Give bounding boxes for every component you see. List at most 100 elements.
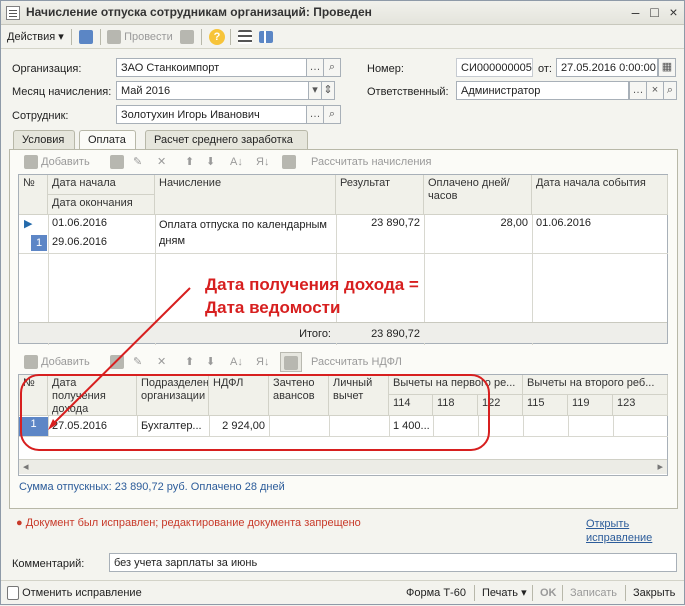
month-field[interactable]: Май 2016 <box>116 81 312 100</box>
sort-asc-icon: A↓ <box>230 356 243 368</box>
grid-line <box>269 416 270 436</box>
move-down-button[interactable]: ⬇ <box>206 152 215 172</box>
clear-icon[interactable]: × <box>646 81 664 100</box>
start-date-cell[interactable]: 01.06.2016 <box>48 215 155 234</box>
organization-field[interactable]: ЗАО Станкоимпорт <box>116 58 307 77</box>
cancel-correction-button[interactable]: Отменить исправление <box>7 584 142 602</box>
ndfl-cell[interactable]: 2 924,00 <box>209 418 269 435</box>
delete-button[interactable]: ✕ <box>157 352 166 372</box>
sort-asc-button[interactable]: A↓ <box>230 152 243 172</box>
post-and-close-button[interactable] <box>79 28 93 46</box>
event-start-cell[interactable]: 01.06.2016 <box>532 215 668 235</box>
close-icon[interactable]: × <box>665 4 682 21</box>
tab-conditions[interactable]: Условия <box>13 130 75 149</box>
calculate-ndfl-button[interactable]: Рассчитать НДФЛ <box>311 352 402 372</box>
delete-icon: ✕ <box>157 156 167 168</box>
delete-button[interactable]: ✕ <box>157 152 166 172</box>
paid-days-cell[interactable]: 28,00 <box>424 215 532 235</box>
grid-line <box>523 416 524 436</box>
grid-line <box>478 416 479 436</box>
save-button[interactable]: Записать <box>570 584 617 602</box>
ndfl-add-button[interactable]: Добавить <box>24 352 90 372</box>
maximize-icon[interactable]: □ <box>646 4 663 21</box>
column-header-number: № <box>19 175 48 215</box>
print-label: Печать <box>482 587 519 599</box>
date-field[interactable]: 27.05.2016 0:00:00 <box>556 58 658 77</box>
scroll-left-icon[interactable]: ◂ <box>23 460 29 473</box>
ok-button[interactable]: OK <box>540 584 557 602</box>
end-date-cell[interactable]: 29.06.2016 <box>48 234 155 253</box>
post-label: Провести <box>124 31 173 43</box>
scroll-right-icon[interactable]: ▸ <box>657 460 663 473</box>
bottom-bar: Отменить исправление Форма Т-60 Печать ▾… <box>1 580 684 604</box>
minimize-icon[interactable]: – <box>627 4 644 21</box>
column-header-118: 118 <box>433 395 478 416</box>
horizontal-scrollbar[interactable]: ◂ ▸ <box>19 459 667 474</box>
actions-menu[interactable]: Действия ▾ <box>7 28 64 46</box>
calendar-icon[interactable]: ▦ <box>658 58 676 77</box>
arrow-down-icon: ⬇ <box>206 156 216 168</box>
employee-field[interactable]: Золотухин Игорь Иванович <box>116 105 307 124</box>
help-button[interactable]: ? <box>209 28 225 46</box>
comment-field[interactable]: без учета зарплаты за июнь <box>109 553 677 572</box>
open-correction-link[interactable]: Открыть исправление <box>586 517 668 545</box>
move-up-button[interactable]: ⬆ <box>185 352 194 372</box>
sort-desc-button[interactable]: Я↓ <box>256 152 269 172</box>
tab-payment[interactable]: Оплата <box>79 130 136 150</box>
sort-asc-button[interactable]: A↓ <box>230 352 243 372</box>
dropdown-icon[interactable]: ▾ <box>308 81 322 100</box>
department-cell[interactable]: Бухгалтер... <box>137 418 209 435</box>
copy-button[interactable] <box>110 352 124 372</box>
select-button[interactable]: … <box>306 105 324 124</box>
tab-average-earnings[interactable]: Расчет среднего заработка <box>145 130 308 149</box>
ndfl-table[interactable]: № Дата получения дохода Подразделение ор… <box>18 374 668 476</box>
calculate-accruals-button[interactable]: Рассчитать начисления <box>311 152 432 172</box>
edit-button[interactable]: ✎ <box>133 152 142 172</box>
annotation-text: Дата получения дохода = Дата ведомости <box>205 273 419 319</box>
title-bar: Начисление отпуска сотрудникам организац… <box>1 1 684 25</box>
table-settings-button[interactable] <box>282 152 296 172</box>
copy-button[interactable] <box>110 152 124 172</box>
column-header-119: 119 <box>568 395 613 416</box>
responsible-field[interactable]: Администратор <box>456 81 629 100</box>
spin-icon[interactable]: ⇕ <box>321 81 335 100</box>
sort-asc-icon: A↓ <box>230 156 243 168</box>
search-icon[interactable]: ⌕ <box>323 58 341 77</box>
edit-button[interactable]: ✎ <box>133 352 142 372</box>
help-icon: ? <box>209 29 225 46</box>
form-t60-button[interactable]: Форма Т-60 <box>406 584 466 602</box>
table-settings-button[interactable] <box>280 352 302 372</box>
column-header-paid-days: Оплачено дней/часов <box>424 175 532 215</box>
toolbar-separator <box>201 29 202 45</box>
income-date-cell[interactable]: 27.05.2016 <box>48 418 137 435</box>
accrual-cell-line2[interactable]: дням <box>155 233 336 251</box>
search-icon[interactable]: ⌕ <box>663 81 677 100</box>
grid-line <box>613 416 614 436</box>
annotation-line2: Дата ведомости <box>205 298 341 317</box>
result-cell[interactable]: 23 890,72 <box>336 215 424 235</box>
search-icon[interactable]: ⌕ <box>323 105 341 124</box>
select-button[interactable]: … <box>629 81 647 100</box>
arrow-up-icon: ⬆ <box>185 156 195 168</box>
row-number: 1 <box>19 417 48 436</box>
add-button[interactable]: Добавить <box>24 155 90 170</box>
comment-label: Комментарий: <box>12 558 85 570</box>
list-button[interactable] <box>238 28 252 46</box>
select-button[interactable]: … <box>306 58 324 77</box>
print-button[interactable]: Печать ▾ <box>482 584 527 602</box>
deduction-114-cell[interactable]: 1 400... <box>389 418 433 435</box>
move-down-button[interactable]: ⬇ <box>206 352 215 372</box>
post-button[interactable]: Провести <box>107 28 173 46</box>
column-header-start-date: Дата начала <box>48 175 155 195</box>
column-header-advances: Зачтено авансов <box>269 375 329 416</box>
row-indicator: ▶ 1 <box>19 215 48 253</box>
number-field[interactable]: СИ000000005 <box>456 58 533 77</box>
structure-button[interactable] <box>259 28 273 46</box>
move-up-button[interactable]: ⬆ <box>185 152 194 172</box>
column-header-event-start: Дата начала события <box>532 175 668 215</box>
grid-line <box>389 416 390 436</box>
sort-desc-button[interactable]: Я↓ <box>256 352 269 372</box>
print-preview-button[interactable] <box>180 28 194 46</box>
close-button[interactable]: Закрыть <box>633 584 675 602</box>
toolbar-separator <box>532 585 533 601</box>
